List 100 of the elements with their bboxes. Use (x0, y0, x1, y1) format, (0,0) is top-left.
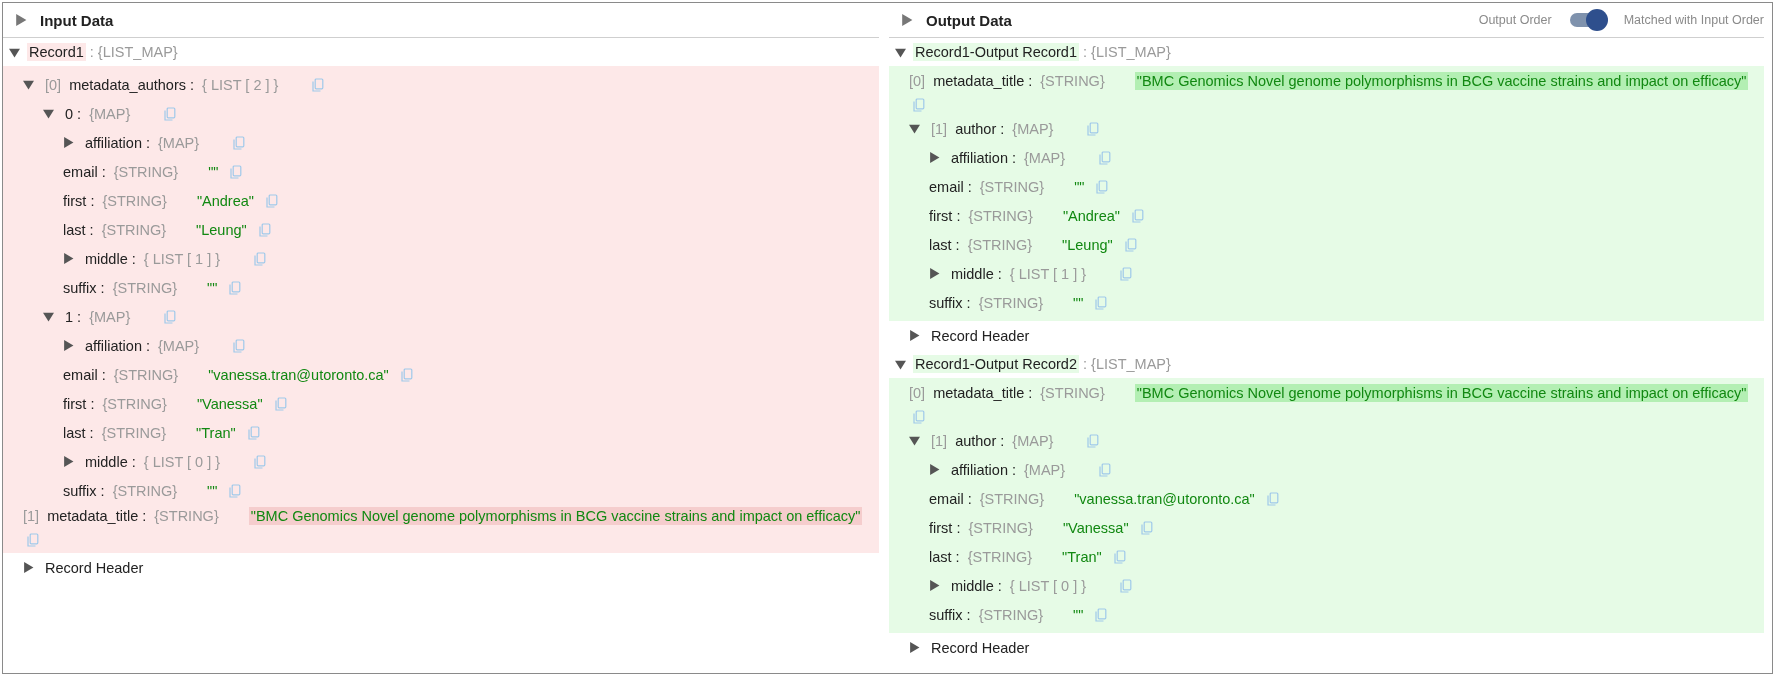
type-label: {MAP} (89, 105, 131, 122)
type-label: {MAP} (1024, 149, 1066, 166)
record-header-label[interactable]: Record Header (931, 639, 1030, 656)
caret-right-icon[interactable] (63, 340, 74, 351)
copy-icon[interactable] (229, 280, 242, 295)
copy-icon[interactable] (233, 338, 246, 353)
caret-right-icon[interactable] (15, 14, 27, 26)
copy-icon[interactable] (254, 251, 267, 266)
type-label: : {LIST_MAP} (1083, 44, 1171, 60)
type-label: {STRING} (1040, 385, 1105, 401)
caret-right-icon[interactable] (63, 253, 74, 264)
copy-icon[interactable] (229, 483, 242, 498)
caret-right-icon[interactable] (909, 642, 920, 653)
copy-icon[interactable] (400, 367, 413, 382)
type-label: {STRING} (101, 221, 167, 238)
record-header-label[interactable]: Record Header (931, 327, 1030, 344)
copy-icon[interactable] (258, 222, 271, 237)
caret-down-icon[interactable] (895, 46, 906, 58)
copy-icon[interactable] (230, 164, 243, 179)
copy-icon[interactable] (1095, 295, 1108, 310)
caret-right-icon[interactable] (63, 456, 74, 467)
copy-icon[interactable] (164, 309, 177, 324)
key-label: affiliation : (85, 134, 151, 151)
copy-icon[interactable] (1124, 237, 1137, 252)
key-label: suffix : (63, 279, 105, 296)
copy-icon[interactable] (1099, 462, 1112, 477)
key-label: last : (929, 236, 960, 253)
type-label: { LIST [ 0 ] } (143, 453, 221, 470)
copy-icon[interactable] (1095, 607, 1108, 622)
copy-icon[interactable] (233, 135, 246, 150)
copy-icon[interactable] (1113, 549, 1126, 564)
value-text: "" (207, 482, 218, 499)
caret-right-icon[interactable] (63, 137, 74, 148)
value-text: "" (1073, 606, 1084, 623)
record-name: Record1-Output Record2 (913, 355, 1079, 373)
copy-icon[interactable] (913, 98, 925, 112)
copy-icon[interactable] (27, 533, 39, 547)
caret-right-icon[interactable] (23, 562, 34, 573)
copy-icon[interactable] (1120, 266, 1133, 281)
caret-right-icon[interactable] (929, 464, 940, 475)
copy-icon[interactable] (1131, 208, 1144, 223)
key-label: affiliation : (951, 149, 1017, 166)
key-label: email : (929, 490, 972, 507)
value-text: "" (207, 279, 218, 296)
caret-down-icon[interactable] (23, 79, 34, 90)
type-label: : {LIST_MAP} (1083, 356, 1171, 372)
copy-icon[interactable] (1099, 150, 1112, 165)
caret-right-icon[interactable] (929, 152, 940, 163)
copy-icon[interactable] (265, 193, 278, 208)
type-label: {STRING} (113, 366, 179, 383)
key-label: first : (63, 192, 95, 209)
key-label: suffix : (63, 482, 105, 499)
key-label: metadata_title : (47, 508, 147, 524)
value-text: "vanessa.tran@utoronto.ca" (1074, 490, 1255, 507)
copy-icon[interactable] (913, 410, 925, 424)
type-label: {STRING} (967, 548, 1033, 565)
caret-down-icon[interactable] (909, 435, 920, 446)
key-label: email : (63, 366, 106, 383)
type-label: {STRING} (112, 279, 178, 296)
key-label: last : (63, 424, 94, 441)
key-label: author : (955, 120, 1005, 137)
key-label: email : (63, 163, 106, 180)
key-label: last : (63, 221, 94, 238)
type-label: {STRING} (154, 508, 219, 524)
copy-icon[interactable] (1096, 179, 1109, 194)
type-label: {STRING} (978, 606, 1044, 623)
key-label: first : (929, 207, 961, 224)
copy-icon[interactable] (1087, 121, 1100, 136)
copy-icon[interactable] (164, 106, 177, 121)
type-label: {MAP} (1012, 432, 1054, 449)
copy-icon[interactable] (1140, 520, 1153, 535)
value-text: "Leung" (196, 221, 247, 238)
caret-down-icon[interactable] (9, 46, 20, 58)
index-label: [0] (909, 73, 926, 89)
key-label: 1 : (65, 308, 82, 325)
type-label: {MAP} (158, 134, 200, 151)
copy-icon[interactable] (254, 454, 267, 469)
type-label: {STRING} (979, 490, 1045, 507)
copy-icon[interactable] (274, 396, 287, 411)
caret-right-icon[interactable] (929, 268, 940, 279)
copy-icon[interactable] (1266, 491, 1279, 506)
type-label: {STRING} (1040, 73, 1105, 89)
type-label: {STRING} (968, 207, 1033, 224)
type-label: {STRING} (102, 395, 167, 412)
caret-down-icon[interactable] (43, 311, 54, 322)
caret-right-icon[interactable] (929, 580, 940, 591)
copy-icon[interactable] (1087, 433, 1100, 448)
caret-down-icon[interactable] (43, 108, 54, 119)
key-label: middle : (85, 250, 136, 267)
caret-down-icon[interactable] (895, 358, 906, 370)
type-label: { LIST [ 2 ] } (202, 76, 279, 93)
index-label: [1] (931, 120, 948, 137)
copy-icon[interactable] (312, 77, 325, 92)
record-header-label[interactable]: Record Header (45, 559, 144, 576)
copy-icon[interactable] (247, 425, 260, 440)
caret-right-icon[interactable] (901, 14, 913, 26)
caret-right-icon[interactable] (909, 330, 920, 341)
type-label: {STRING} (102, 192, 167, 209)
copy-icon[interactable] (1120, 578, 1133, 593)
caret-down-icon[interactable] (909, 123, 920, 134)
